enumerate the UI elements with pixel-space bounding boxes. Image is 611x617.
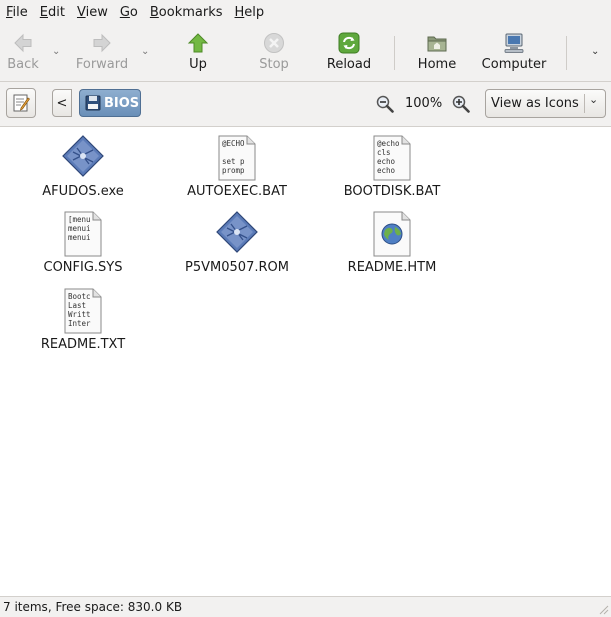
reload-button[interactable]: Reload <box>326 32 372 78</box>
svg-text:[menu: [menu <box>68 215 91 224</box>
home-folder-icon <box>427 36 447 52</box>
forward-arrow-icon <box>93 33 111 53</box>
text-file-icon: @echo cls echo echo <box>373 135 411 181</box>
file-icon-view[interactable]: AFUDOS.exe @ECHO set p promp AUTOEXEC.BA… <box>0 127 611 596</box>
menubar: File Edit View Go Bookmarks Help <box>0 0 611 26</box>
floppy-disk-icon <box>85 95 101 111</box>
svg-text:set p: set p <box>222 157 245 166</box>
stop-icon <box>264 33 284 53</box>
menu-bookmarks[interactable]: Bookmarks <box>144 0 229 26</box>
menu-view[interactable]: View <box>71 0 114 26</box>
location-bar: < BIOS 100% View as Icons ⌄ <box>0 82 611 127</box>
toolbar: Back ⌄ Forward ⌄ Up Stop Reload Home Com… <box>0 26 611 82</box>
executable-icon <box>216 211 258 253</box>
zoom-level[interactable]: 100% <box>405 95 442 113</box>
executable-icon <box>62 135 104 177</box>
stop-button[interactable]: Stop <box>255 32 293 78</box>
svg-text:Inter: Inter <box>68 319 91 328</box>
forward-history-chevron-icon[interactable]: ⌄ <box>141 46 151 57</box>
text-file-icon: @ECHO set p promp <box>218 135 256 181</box>
svg-text:echo: echo <box>377 166 396 175</box>
status-bar: 7 items, Free space: 830.0 KB <box>0 596 611 617</box>
reload-icon <box>338 32 360 54</box>
zoom-out-icon[interactable] <box>376 95 394 113</box>
file-item[interactable]: [menu menui menui CONFIG.SYS <box>23 210 143 275</box>
view-mode-select[interactable]: View as Icons ⌄ <box>485 89 606 118</box>
svg-text:cls: cls <box>377 148 391 157</box>
back-button[interactable]: Back <box>4 32 42 78</box>
svg-text:menui: menui <box>68 233 91 242</box>
html-file-icon <box>373 211 411 257</box>
text-file-icon: [menu menui menui <box>64 211 102 257</box>
svg-text:@echo: @echo <box>377 139 400 148</box>
file-item[interactable]: Bootc Last Writt Inter README.TXT <box>23 287 143 352</box>
menu-go[interactable]: Go <box>114 0 144 26</box>
chevron-down-icon: ⌄ <box>589 93 599 106</box>
edit-location-icon <box>13 94 30 112</box>
file-item[interactable]: AFUDOS.exe <box>23 134 143 199</box>
status-text: 7 items, Free space: 830.0 KB <box>3 600 183 614</box>
computer-button[interactable]: Computer <box>480 32 548 78</box>
home-button[interactable]: Home <box>415 32 459 78</box>
back-arrow-icon <box>14 33 32 53</box>
svg-text:Writt: Writt <box>68 310 91 319</box>
file-item[interactable]: @echo cls echo echo BOOTDISK.BAT <box>332 134 452 199</box>
text-file-icon: Bootc Last Writt Inter <box>64 288 102 334</box>
menu-edit[interactable]: Edit <box>34 0 71 26</box>
toggle-location-entry-button[interactable] <box>6 88 36 118</box>
menu-file[interactable]: File <box>0 0 34 26</box>
zoom-in-icon[interactable] <box>452 95 470 113</box>
svg-text:Bootc: Bootc <box>68 292 91 301</box>
svg-text:menui: menui <box>68 224 91 233</box>
forward-button[interactable]: Forward <box>76 32 128 78</box>
resize-grip-icon[interactable] <box>597 603 609 615</box>
toolbar-overflow-chevron-icon[interactable]: ⌄ <box>591 46 601 57</box>
file-item[interactable]: README.HTM <box>332 210 452 275</box>
computer-icon <box>504 33 524 53</box>
toolbar-separator <box>394 36 395 70</box>
svg-text:echo: echo <box>377 157 396 166</box>
back-history-chevron-icon[interactable]: ⌄ <box>52 46 62 57</box>
svg-text:@ECHO: @ECHO <box>222 139 245 148</box>
svg-text:Last: Last <box>68 301 86 310</box>
file-item[interactable]: P5VM0507.ROM <box>177 210 297 275</box>
path-button-bios[interactable]: BIOS <box>79 89 141 117</box>
path-scroll-left-button[interactable]: < <box>52 89 72 117</box>
menu-help[interactable]: Help <box>229 0 271 26</box>
toolbar-separator <box>566 36 567 70</box>
svg-text:promp: promp <box>222 166 245 175</box>
file-item[interactable]: @ECHO set p promp AUTOEXEC.BAT <box>177 134 297 199</box>
up-button[interactable]: Up <box>180 32 216 78</box>
up-arrow-icon <box>187 33 209 53</box>
